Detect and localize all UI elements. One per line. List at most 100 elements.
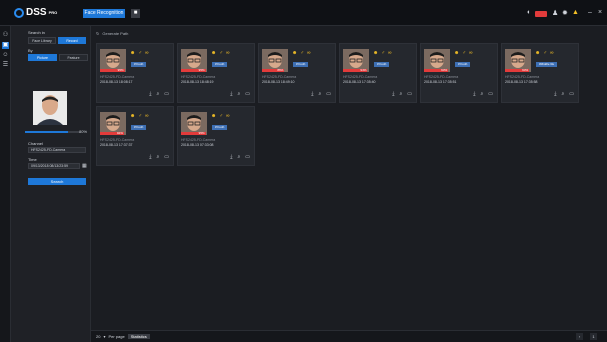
glasses-icon: ∞ <box>226 113 230 119</box>
result-card[interactable]: 93% ☻ ♂ ∞ #Youth HFS2425-FD-Camera 2018-… <box>420 43 498 103</box>
nav-list-icon[interactable]: ☰ <box>2 62 9 69</box>
capture-time: 2018-08-13 18:08:17 <box>100 80 133 84</box>
download-icon[interactable]: ⤓ <box>473 91 475 97</box>
camera-name: HFS2425-FD-Camera <box>100 138 135 142</box>
face-thumbnail[interactable]: 95% <box>181 112 207 135</box>
close-icon[interactable]: × <box>598 9 602 16</box>
chevron-down-icon[interactable]: ▾ <box>103 334 105 339</box>
result-card[interactable]: 93% ☻ ♂ ∞ #Middle life HFS2425-FD-Camera… <box>501 43 579 103</box>
search-icon[interactable]: ⌕ <box>237 91 240 97</box>
face-attributes: ☻ ♂ ∞ <box>535 50 554 56</box>
face-thumbnail[interactable]: 93% <box>505 49 531 72</box>
logo-icon <box>14 7 24 18</box>
similarity-text: 95% <box>117 68 124 72</box>
similarity-bar: 95% <box>181 132 206 135</box>
playback-icon[interactable]: ▭ <box>164 154 169 160</box>
prev-page-icon[interactable]: ‹ <box>576 333 583 340</box>
search-icon[interactable]: ⌕ <box>237 154 240 160</box>
playback-icon[interactable]: ▭ <box>407 91 412 97</box>
search-in-face-library[interactable]: Face Library <box>28 37 56 44</box>
camera-name: HFS2425-FD-Camera <box>343 75 378 79</box>
bell-icon[interactable]: ◐ <box>527 9 531 16</box>
male-icon: ♂ <box>219 50 224 56</box>
capture-time: 2018-08-13 18:49:10 <box>262 80 295 84</box>
search-icon[interactable]: ⌕ <box>561 91 564 97</box>
gear-icon[interactable]: ✹ <box>562 9 568 17</box>
age-tag: #Youth <box>212 125 228 130</box>
calendar-icon[interactable]: ▦ <box>82 163 87 169</box>
capture-time: 2018-08-13 17:35:51 <box>424 80 457 84</box>
channel-field[interactable]: HFS2425-FD-Camera <box>28 147 86 153</box>
playback-icon[interactable]: ▭ <box>326 91 331 97</box>
capture-time: 2018-08-13 18:48:19 <box>181 80 214 84</box>
download-icon[interactable]: ⤓ <box>230 154 232 160</box>
download-icon[interactable]: ⤓ <box>149 91 151 97</box>
nav-search-icon[interactable]: ▣ <box>2 42 9 49</box>
playback-icon[interactable]: ▭ <box>245 91 250 97</box>
tab-face-recognition[interactable]: Face Recognition <box>83 9 125 18</box>
by-picture[interactable]: Picture <box>28 54 57 61</box>
camera-name: HFS2425-FD-Camera <box>262 75 297 79</box>
download-icon[interactable]: ⤓ <box>554 91 556 97</box>
similarity-text: 93% <box>522 68 529 72</box>
statistics-button[interactable]: Statistics <box>127 334 150 339</box>
search-in-label: Search in <box>28 30 45 35</box>
face-thumbnail[interactable]: 95% <box>100 49 126 72</box>
nav-people-icon[interactable]: ⚇ <box>2 32 9 39</box>
result-card[interactable]: 95% ☻ ♂ ∞ #Youth HFS2425-FD-Camera 2018-… <box>96 43 174 103</box>
add-tab-icon[interactable]: ■ <box>131 9 140 18</box>
result-card[interactable]: 86% ☻ ♂ ∞ #Youth HFS2425-FD-Camera 2018-… <box>258 43 336 103</box>
query-face-photo[interactable] <box>33 91 67 125</box>
search-icon[interactable]: ⌕ <box>156 91 159 97</box>
time-field[interactable]: 09/13/2018 08/13/23:59 <box>28 163 80 169</box>
result-card[interactable]: 95% ☻ ♂ ∞ #Youth HFS2425-FD-Camera 2018-… <box>177 43 255 103</box>
search-icon[interactable]: ⌕ <box>399 91 402 97</box>
glasses-icon: ∞ <box>388 50 392 56</box>
left-nav: ⚇ ▣ ☺ ☰ <box>0 26 11 342</box>
generate-path-link[interactable]: Generate Path <box>102 31 128 36</box>
nav-face-icon[interactable]: ☺ <box>2 52 9 59</box>
result-card[interactable]: 92% ☻ ♂ ∞ #Youth HFS2425-FD-Camera 2018-… <box>96 106 174 166</box>
camera-name: HFS2425-FD-Camera <box>424 75 459 79</box>
download-icon[interactable]: ⤓ <box>392 91 394 97</box>
camera-name: HFS2425-FD-Camera <box>505 75 540 79</box>
similarity-text: 93% <box>441 68 448 72</box>
download-icon[interactable]: ⤓ <box>230 91 232 97</box>
face-thumbnail[interactable]: 93% <box>424 49 450 72</box>
playback-icon[interactable]: ▭ <box>569 91 574 97</box>
warning-icon[interactable]: ▲ <box>572 9 579 16</box>
similarity-bar: 93% <box>424 68 449 72</box>
search-button[interactable]: Search <box>28 178 86 185</box>
playback-icon[interactable]: ▭ <box>245 154 250 160</box>
alarm-badge[interactable] <box>535 11 547 17</box>
search-icon[interactable]: ⌕ <box>318 91 321 97</box>
search-icon[interactable]: ⌕ <box>480 91 483 97</box>
similarity-bar: 86% <box>262 69 285 72</box>
search-icon[interactable]: ⌕ <box>156 154 159 160</box>
channel-label: Channel <box>28 141 43 146</box>
similarity-slider[interactable] <box>25 131 79 133</box>
age-tag: #Youth <box>212 62 228 67</box>
results-area: ↻ Generate Path 95% ☻ ♂ ∞ #Youth HFS2425… <box>91 26 607 342</box>
per-page-select[interactable]: 20 <box>96 334 100 339</box>
download-icon[interactable]: ⤓ <box>149 154 151 160</box>
search-in-record[interactable]: Record <box>58 37 86 44</box>
smile-icon: ☻ <box>130 50 136 56</box>
face-thumbnail[interactable]: 92% <box>100 112 126 135</box>
face-attributes: ☻ ♂ ∞ <box>292 50 311 56</box>
playback-icon[interactable]: ▭ <box>164 91 169 97</box>
male-icon: ♂ <box>138 113 143 119</box>
page-number[interactable]: 1 <box>590 333 597 340</box>
playback-icon[interactable]: ▭ <box>488 91 493 97</box>
face-thumbnail[interactable]: 86% <box>262 49 288 72</box>
user-icon[interactable]: ♟ <box>552 9 558 17</box>
result-card[interactable]: 95% ☻ ♂ ∞ #Youth HFS2425-FD-Camera 2018-… <box>177 106 255 166</box>
card-actions: ⤓ ⌕ ▭ <box>473 91 493 97</box>
glasses-icon: ∞ <box>145 113 149 119</box>
face-thumbnail[interactable]: 94% <box>343 49 369 72</box>
by-feature[interactable]: Feature <box>59 54 88 61</box>
result-card[interactable]: 94% ☻ ♂ ∞ #Youth HFS2425-FD-Camera 2018-… <box>339 43 417 103</box>
face-thumbnail[interactable]: 95% <box>181 49 207 72</box>
minimize-icon[interactable]: – <box>588 9 592 16</box>
download-icon[interactable]: ⤓ <box>311 91 313 97</box>
